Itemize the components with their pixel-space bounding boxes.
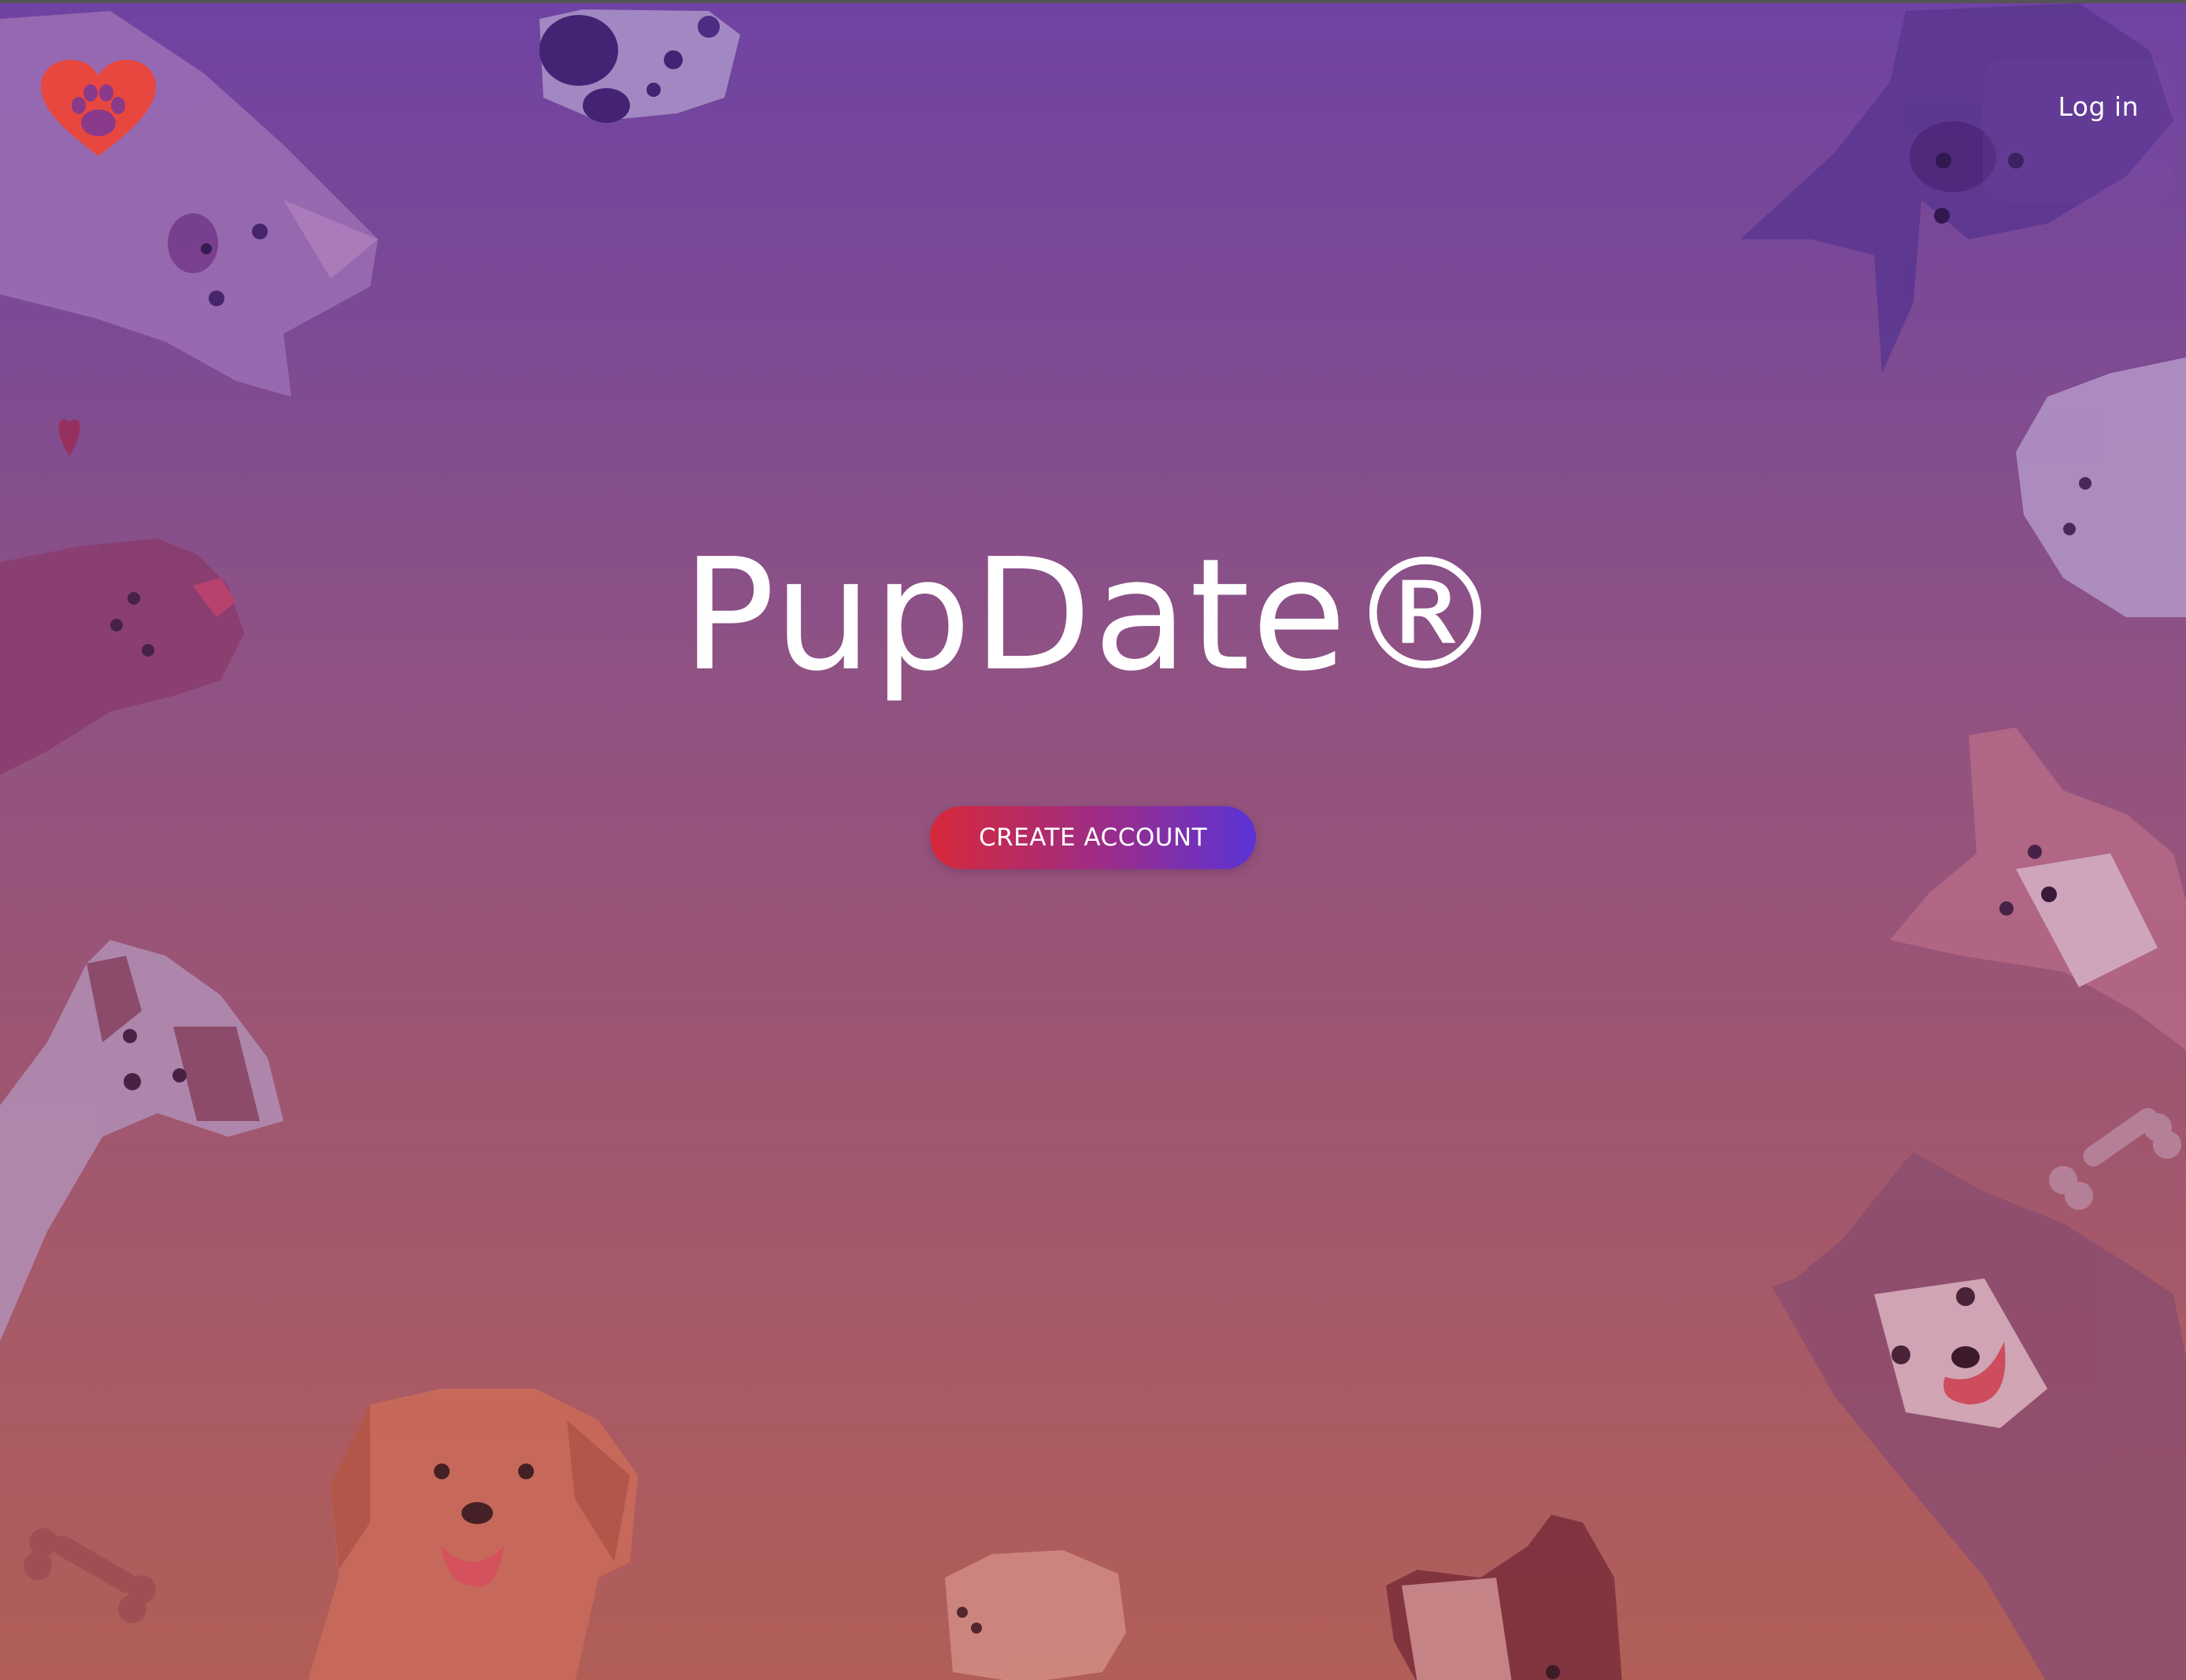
header: Log in bbox=[0, 3, 2186, 208]
cta-container: CREATE ACCOUNT bbox=[0, 806, 2186, 869]
small-heart-icon bbox=[58, 419, 80, 456]
heart-paw-icon[interactable] bbox=[41, 60, 156, 158]
brand-title: PupDate® bbox=[682, 526, 1504, 705]
husky-dog-illustration bbox=[1772, 1153, 2186, 1680]
login-area bbox=[1983, 60, 2172, 202]
jack-russell-dog-illustration bbox=[0, 940, 283, 1341]
french-bulldog-illustration bbox=[1386, 1515, 1622, 1680]
create-account-button[interactable]: CREATE ACCOUNT bbox=[930, 806, 1256, 869]
login-link[interactable]: Log in bbox=[2058, 91, 2139, 122]
corgi-dog-illustration bbox=[1890, 727, 2186, 1050]
landing-page: Log in PupDate® CREATE ACCOUNT bbox=[0, 0, 2186, 1680]
golden-retriever-illustration bbox=[308, 1389, 638, 1680]
dog-bone-icon bbox=[24, 1528, 156, 1623]
pomeranian-illustration bbox=[945, 1550, 1126, 1680]
dog-bone-icon bbox=[2049, 1108, 2181, 1210]
hero-section: PupDate® bbox=[0, 538, 2186, 693]
